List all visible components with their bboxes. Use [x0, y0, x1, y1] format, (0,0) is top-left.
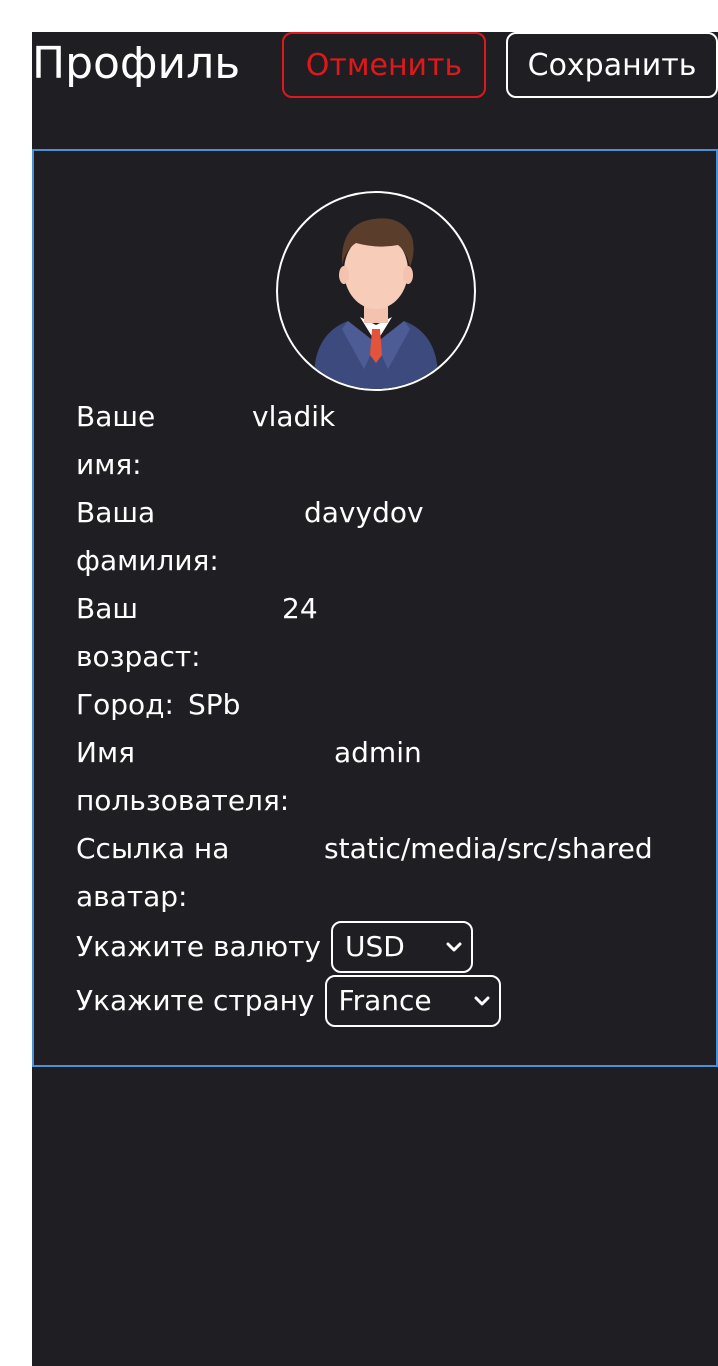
avatar-link-label: Ссылка на аватар: — [76, 832, 230, 913]
city-label: Город: — [76, 688, 174, 721]
profile-page: Профиль Отменить Сохранить Ваше имя: vla… — [32, 32, 718, 1366]
last-name-value: davydov — [304, 496, 424, 529]
first-name-label: Ваше имя: — [76, 400, 156, 481]
city-field: Город: SPb — [76, 681, 676, 729]
cancel-button[interactable]: Отменить — [282, 32, 486, 98]
page-title: Профиль — [32, 38, 241, 89]
username-label: Имя пользователя: — [76, 736, 290, 817]
country-selected-value: France — [338, 984, 432, 1017]
city-value: SPb — [188, 688, 241, 721]
age-field: Ваш возраст: 24 — [76, 585, 676, 681]
avatar-link-value: static/media/src/shared — [324, 832, 653, 865]
currency-label: Укажите валюту — [76, 930, 321, 963]
country-select[interactable]: France — [324, 975, 501, 1027]
last-name-field: Ваша фамилия: davydov — [76, 489, 676, 585]
user-avatar-icon — [314, 218, 438, 389]
first-name-value: vladik — [252, 400, 336, 433]
last-name-label: Ваша фамилия: — [76, 496, 219, 577]
username-field: Имя пользователя: admin — [76, 729, 676, 825]
avatar — [276, 191, 476, 391]
chevron-down-icon — [446, 942, 462, 952]
age-value: 24 — [282, 592, 318, 625]
country-row: Укажите страну France — [76, 975, 501, 1027]
avatar-link-field: Ссылка на аватар: static/media/src/share… — [76, 825, 676, 921]
currency-select[interactable]: USD — [331, 921, 473, 973]
age-label: Ваш возраст: — [76, 592, 201, 673]
profile-card: Ваше имя: vladik Ваша фамилия: davydov В… — [32, 149, 718, 1067]
first-name-field: Ваше имя: vladik — [76, 393, 676, 489]
chevron-down-icon — [474, 996, 490, 1006]
profile-header: Профиль Отменить Сохранить — [32, 32, 718, 102]
save-button[interactable]: Сохранить — [506, 32, 718, 98]
country-label: Укажите страну — [76, 984, 315, 1017]
currency-row: Укажите валюту USD — [76, 921, 473, 973]
currency-selected-value: USD — [345, 930, 405, 963]
username-value: admin — [334, 736, 422, 769]
